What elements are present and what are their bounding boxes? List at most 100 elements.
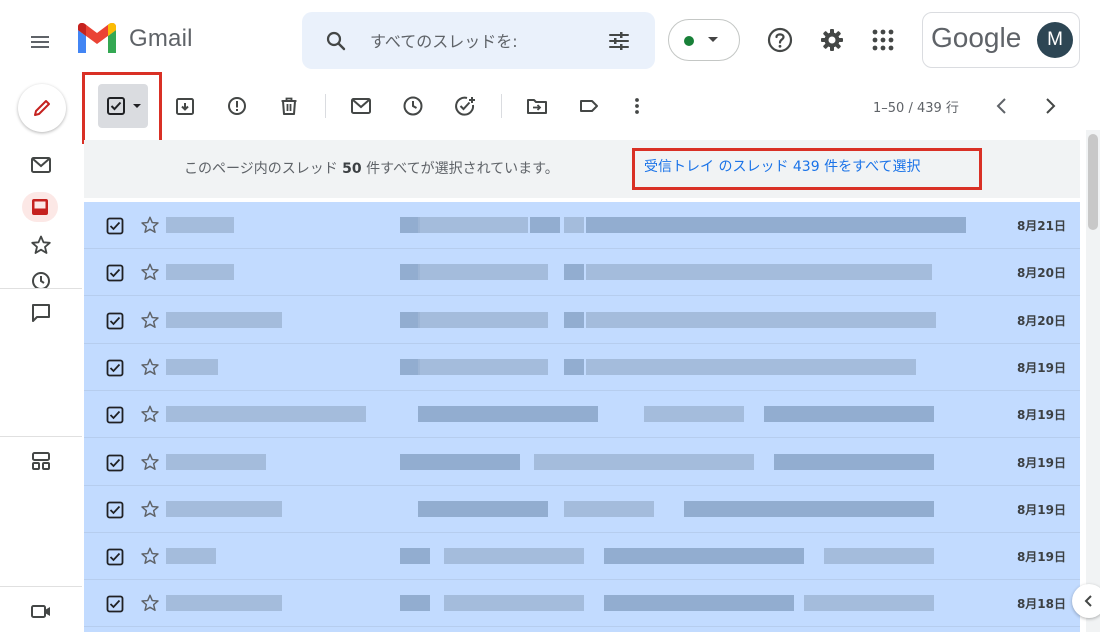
add-to-tasks-button[interactable]	[453, 94, 477, 118]
checkbox-checked-icon	[106, 217, 124, 235]
redacted-text	[534, 453, 754, 470]
banner-text-suffix: 件すべてが選択されています。	[361, 161, 559, 177]
table-row[interactable]: 8月20日	[84, 249, 1080, 297]
table-row[interactable]: 8月19日	[84, 439, 1080, 486]
email-date: 8月19日	[1016, 408, 1066, 423]
redacted-text	[684, 500, 934, 517]
row-checkbox[interactable]	[106, 359, 124, 381]
table-row[interactable]: 8月19日	[84, 391, 1080, 439]
search-options-icon[interactable]	[607, 29, 631, 53]
highlight-frame-select	[82, 72, 162, 144]
status-selector[interactable]	[668, 19, 740, 61]
star-icon	[141, 311, 159, 328]
report-spam-button[interactable]	[225, 94, 249, 118]
nav-snoozed[interactable]	[28, 270, 54, 288]
row-checkbox[interactable]	[106, 312, 124, 334]
archive-button[interactable]	[173, 94, 197, 118]
scrollbar-thumb[interactable]	[1088, 134, 1098, 230]
nav-inbox[interactable]	[22, 192, 58, 222]
email-date: 8月19日	[1016, 550, 1066, 565]
row-checkbox[interactable]	[106, 548, 124, 570]
delete-button[interactable]	[277, 94, 301, 118]
nav-divider	[0, 586, 82, 587]
chevron-left-icon	[996, 98, 1006, 114]
search-input[interactable]	[368, 26, 552, 56]
table-row[interactable]: 8月21日	[84, 202, 1080, 249]
table-row[interactable]: 8月19日	[84, 486, 1080, 533]
support-button[interactable]	[764, 24, 796, 60]
toolbar-divider	[501, 94, 502, 118]
email-date: 8月20日	[1016, 313, 1066, 328]
row-checkbox[interactable]	[106, 264, 124, 286]
star-button[interactable]	[140, 357, 160, 381]
nav-divider	[0, 288, 82, 289]
star-icon	[141, 453, 159, 470]
toolbar-divider	[325, 94, 326, 118]
older-page-button[interactable]	[990, 94, 1014, 122]
redacted-text	[804, 595, 934, 612]
star-button[interactable]	[140, 546, 160, 570]
row-checkbox[interactable]	[106, 217, 124, 239]
hamburger-menu-icon	[31, 36, 49, 48]
search-icon[interactable]	[324, 29, 348, 53]
settings-button[interactable]	[816, 24, 848, 60]
chevron-left-icon	[1084, 595, 1092, 607]
star-icon	[141, 216, 159, 233]
archive-icon	[176, 98, 194, 115]
row-checkbox[interactable]	[106, 595, 124, 617]
labels-button[interactable]	[577, 94, 601, 118]
redacted-text	[400, 595, 430, 612]
redacted-text	[166, 548, 216, 565]
redacted-text	[400, 311, 420, 328]
star-button[interactable]	[140, 262, 160, 286]
add-task-icon	[455, 96, 475, 116]
more-button[interactable]	[625, 94, 649, 118]
email-date: 8月19日	[1016, 455, 1066, 470]
row-checkbox[interactable]	[106, 454, 124, 476]
email-date: 8月18日	[1016, 597, 1066, 612]
side-panel-toggle[interactable]	[1072, 584, 1100, 618]
table-row[interactable]: 8月20日	[84, 297, 1080, 344]
email-date: 8月20日	[1016, 266, 1066, 281]
redacted-text	[166, 217, 234, 233]
star-button[interactable]	[140, 215, 160, 239]
google-apps-button[interactable]	[868, 25, 898, 59]
redacted-text	[824, 548, 934, 565]
gmail-logo[interactable]: Gmail	[75, 22, 193, 56]
table-row[interactable]: 8月18日	[84, 580, 1080, 628]
nav-meet[interactable]	[28, 598, 54, 624]
row-checkbox[interactable]	[106, 406, 124, 428]
row-checkbox[interactable]	[106, 501, 124, 523]
snooze-button[interactable]	[401, 94, 425, 118]
table-row[interactable]: 8月19日	[84, 344, 1080, 391]
compose-button[interactable]	[18, 84, 66, 132]
account-button[interactable]: Google M	[922, 12, 1080, 68]
star-icon	[141, 263, 159, 281]
search-bar[interactable]	[302, 12, 655, 69]
table-row[interactable]: 8月19日	[84, 533, 1080, 581]
report-spam-icon	[228, 97, 246, 115]
chat-icon	[32, 304, 50, 322]
star-button[interactable]	[140, 310, 160, 334]
star-button[interactable]	[140, 499, 160, 523]
star-button[interactable]	[140, 404, 160, 428]
help-icon	[767, 27, 793, 53]
gmail-m-icon	[78, 23, 116, 53]
pencil-icon	[34, 100, 50, 116]
star-button[interactable]	[140, 452, 160, 476]
nav-starred[interactable]	[28, 232, 54, 258]
move-to-button[interactable]	[525, 94, 549, 118]
star-button[interactable]	[140, 593, 160, 617]
newer-page-button[interactable]	[1038, 94, 1062, 122]
checkbox-checked-icon	[106, 312, 124, 329]
main-menu-button[interactable]	[20, 22, 60, 62]
mark-unread-button[interactable]	[349, 94, 373, 118]
redacted-text	[166, 311, 282, 328]
spaces-icon	[32, 452, 50, 470]
nav-spaces[interactable]	[28, 448, 54, 474]
nav-mail[interactable]	[28, 152, 54, 178]
nav-chat[interactable]	[28, 300, 54, 326]
redacted-text	[530, 217, 560, 233]
redacted-text	[400, 453, 520, 470]
redacted-text	[400, 548, 430, 565]
